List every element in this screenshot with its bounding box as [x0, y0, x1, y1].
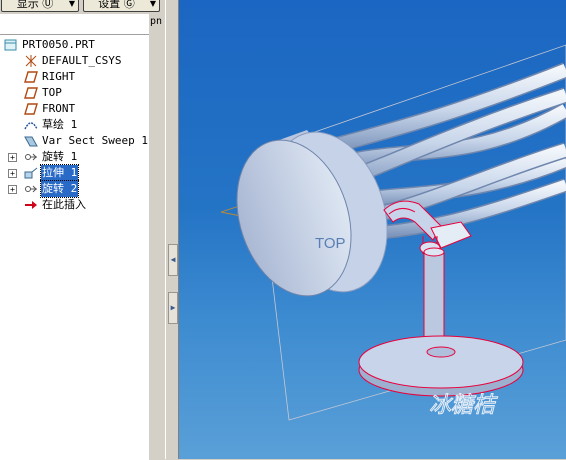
column-strip [149, 14, 165, 459]
revolve-icon [24, 151, 38, 163]
model-tree-panel: 显示 Ⓤ ▼ 设置 Ⓖ ▼ pn PRT0050.PRT DEFAULT_CSY… [0, 0, 165, 460]
model-3d-view: TOP 冰糖桔 [220, 44, 566, 421]
tree-item-revolve-2[interactable]: 旋转 2 [24, 180, 80, 198]
datum-plane-icon [24, 71, 38, 83]
tree-item-sketch-1[interactable]: 草绘 1 [24, 117, 78, 133]
tree-item-label: 旋转 1 [42, 150, 78, 163]
chevron-down-icon: ▼ [68, 0, 75, 8]
collapse-left-arrow-icon[interactable]: ◀ [168, 244, 178, 276]
expand-toggle[interactable]: + [8, 185, 17, 194]
settings-menu-button[interactable]: 设置 Ⓖ ▼ [83, 0, 160, 12]
tree-item-sweep-1[interactable]: Var Sect Sweep 1 [24, 133, 149, 149]
tree-item-label: 在此插入 [42, 198, 86, 211]
tree-item-label: TOP [42, 86, 62, 99]
model-tree: PRT0050.PRT DEFAULT_CSYS RIGHT TOP FRONT [0, 34, 149, 460]
column-header[interactable]: pn [150, 16, 162, 27]
tree-item-csys[interactable]: DEFAULT_CSYS [24, 53, 122, 69]
tree-item-right[interactable]: RIGHT [24, 69, 76, 85]
expand-right-arrow-icon[interactable]: ▶ [168, 292, 178, 324]
expand-toggle[interactable]: + [8, 169, 17, 178]
sweep-icon [24, 135, 38, 147]
display-menu-button[interactable]: 显示 Ⓤ ▼ [1, 0, 79, 12]
tree-item-extrude-1[interactable]: 拉伸 1 [24, 164, 80, 182]
datum-plane-icon [24, 103, 38, 115]
tree-item-label: FRONT [42, 102, 76, 115]
tree-item-insert-here[interactable]: 在此插入 [24, 197, 87, 213]
csys-icon [24, 55, 38, 67]
tree-item-label: Var Sect Sweep 1 [42, 134, 148, 147]
end-cap-cylinder [236, 130, 388, 297]
panel-splitter[interactable]: ◀ ▶ [165, 0, 179, 459]
settings-menu-label: 设置 Ⓖ [98, 0, 135, 10]
tree-root[interactable]: PRT0050.PRT [4, 37, 96, 53]
tree-item-revolve-1[interactable]: 旋转 1 [24, 149, 78, 165]
display-menu-label: 显示 Ⓤ [16, 0, 54, 10]
tree-item-label: 拉伸 1 [39, 164, 80, 182]
tree-item-top[interactable]: TOP [24, 85, 63, 101]
tree-item-label: RIGHT [42, 70, 76, 83]
tree-root-label: PRT0050.PRT [22, 38, 95, 51]
sketch-icon [24, 119, 38, 131]
insert-here-icon [24, 199, 38, 211]
revolve-icon [24, 183, 38, 195]
base-disk [358, 335, 524, 397]
part-icon [4, 39, 18, 51]
tree-item-label: 旋转 2 [39, 180, 80, 198]
tree-item-label: DEFAULT_CSYS [42, 54, 122, 67]
graphics-viewport[interactable]: TOP 冰糖桔 [179, 0, 566, 459]
datum-plane-icon [24, 87, 38, 99]
tree-item-label: 草绘 1 [42, 118, 78, 131]
expand-toggle[interactable]: + [8, 153, 17, 162]
chevron-down-icon: ▼ [149, 0, 156, 8]
tree-item-front[interactable]: FRONT [24, 101, 76, 117]
tree-toolbar: 显示 Ⓤ ▼ 设置 Ⓖ ▼ [0, 0, 165, 14]
extrude-icon [24, 167, 38, 179]
datum-label: TOP [315, 235, 346, 252]
watermark-text: 冰糖桔 [429, 393, 498, 418]
